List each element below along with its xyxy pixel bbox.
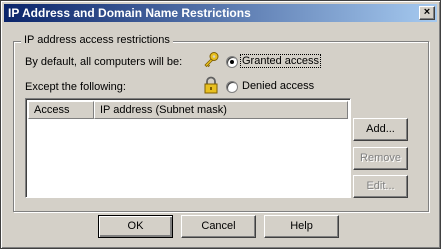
ok-button[interactable]: OK [98, 215, 173, 238]
title-bar[interactable]: IP Address and Domain Name Restrictions … [4, 4, 437, 22]
granted-access-radio[interactable] [226, 56, 238, 68]
close-button[interactable]: × [419, 6, 435, 20]
close-icon: × [423, 6, 431, 18]
key-icon [204, 52, 219, 68]
restrictions-dialog: IP Address and Domain Name Restrictions … [0, 0, 441, 249]
granted-access-label: Granted access [242, 55, 320, 67]
help-button[interactable]: Help [264, 215, 339, 238]
denied-access-radio[interactable] [226, 81, 238, 93]
column-header-ip-address[interactable]: IP address (Subnet mask) [94, 101, 348, 119]
cancel-button[interactable]: Cancel [181, 215, 256, 238]
granted-access-option[interactable]: Granted access [240, 54, 322, 68]
default-access-label: By default, all computers will be: [25, 56, 183, 68]
denied-access-label[interactable]: Denied access [242, 80, 314, 92]
restrictions-list[interactable]: Access IP address (Subnet mask) [25, 98, 351, 198]
add-button[interactable]: Add... [353, 118, 408, 141]
remove-button[interactable]: Remove [353, 147, 408, 170]
granted-radio-dot [230, 60, 234, 64]
column-header-access[interactable]: Access [28, 101, 94, 119]
padlock-icon [204, 76, 218, 94]
except-label: Except the following: [25, 81, 126, 93]
edit-button[interactable]: Edit... [353, 175, 408, 198]
window-title: IP Address and Domain Name Restrictions [8, 6, 251, 20]
group-legend: IP address access restrictions [21, 34, 173, 46]
